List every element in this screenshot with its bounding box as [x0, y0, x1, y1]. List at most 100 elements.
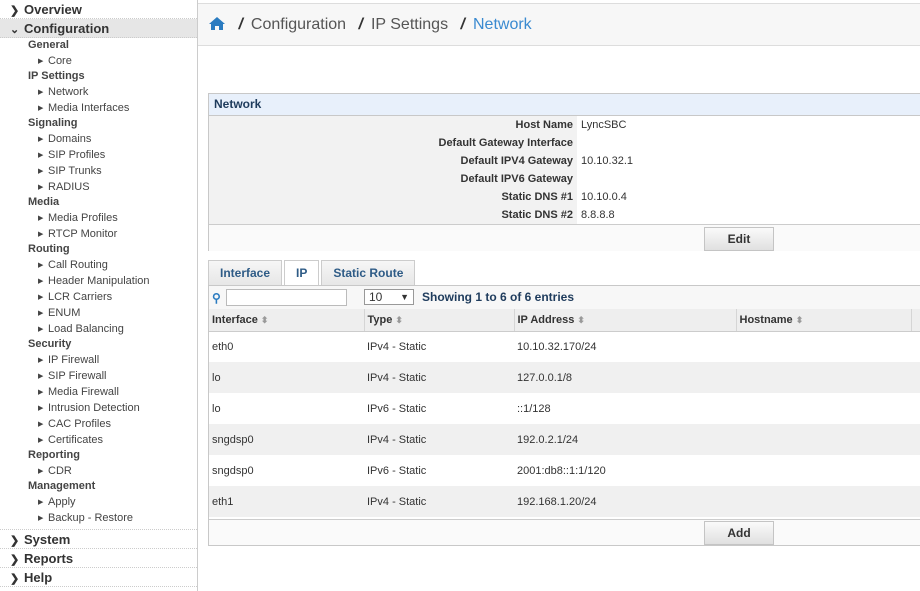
table-cell: IPv4 - Static: [364, 362, 514, 393]
sidebar-item-call-routing[interactable]: ▶ Call Routing: [0, 257, 197, 273]
column-header-ip-address[interactable]: IP Address ⬍: [514, 309, 737, 332]
column-header-type[interactable]: Type ⬍: [364, 309, 515, 332]
caret-right-icon: ▶: [38, 421, 44, 428]
tab-ip[interactable]: IP: [284, 260, 320, 287]
sidebar-item-sip-trunks[interactable]: ▶ SIP Trunks: [0, 163, 197, 179]
sidebar-reports[interactable]: ❯ Reports: [0, 549, 197, 568]
table-cell: 192.0.2.1/24: [514, 424, 736, 455]
table-cell: IPv4 - Static: [364, 331, 514, 362]
sidebar-item-label: Media Firewall: [48, 386, 119, 398]
sidebar-item-label: Load Balancing: [48, 323, 124, 335]
sidebar-item-sip-firewall[interactable]: ▶ SIP Firewall: [0, 368, 197, 384]
network-field-row: Default Gateway Interface: [209, 134, 920, 152]
chevron-right-icon: ❯: [10, 573, 20, 585]
sidebar-item-core[interactable]: ▶ Core: [0, 53, 197, 69]
field-label: Default IPV4 Gateway: [460, 155, 574, 167]
sidebar-item-header-manipulation[interactable]: ▶ Header Manipulation: [0, 273, 197, 289]
sidebar-item-network[interactable]: ▶ Network: [0, 84, 197, 100]
sidebar-item-cac-profiles[interactable]: ▶ CAC Profiles: [0, 416, 197, 432]
network-field-row: Static DNS #1 10.10.0.4: [209, 188, 920, 206]
sidebar-item-cdr[interactable]: ▶ CDR: [0, 463, 197, 479]
sidebar-label: Configuration: [24, 21, 110, 36]
breadcrumb: / Configuration / IP Settings / Network: [198, 3, 920, 46]
sidebar-item-certificates[interactable]: ▶ Certificates: [0, 432, 197, 448]
caret-right-icon: ▶: [38, 184, 44, 191]
sidebar-item-backup-restore[interactable]: ▶ Backup - Restore: [0, 510, 197, 526]
table-row[interactable]: sngdsp0 IPv4 - Static 192.0.2.1/24: [209, 424, 920, 455]
breadcrumb-separator: /: [358, 16, 363, 33]
sidebar-configuration[interactable]: ⌄ Configuration: [0, 19, 197, 38]
field-value: [577, 170, 920, 188]
breadcrumb-configuration[interactable]: Configuration: [251, 16, 346, 33]
table-row[interactable]: lo IPv4 - Static 127.0.0.1/8: [209, 362, 920, 393]
sidebar-item-apply[interactable]: ▶ Apply: [0, 494, 197, 510]
column-header-hostname[interactable]: Hostname ⬍: [736, 309, 912, 332]
sidebar-item-rtcp-monitor[interactable]: ▶ RTCP Monitor: [0, 226, 197, 242]
sidebar-system[interactable]: ❯ System: [0, 530, 197, 549]
sidebar-item-label: ENUM: [48, 307, 81, 319]
ip-table-panel: ⚲ 10 ▼ Showing 1 to 6 of 6 entries Interf…: [208, 285, 920, 546]
sidebar-item-media-interfaces[interactable]: ▶ Media Interfaces: [0, 100, 197, 116]
sidebar-item-label: CDR: [48, 465, 72, 477]
sidebar-group-routing: Routing: [28, 243, 70, 255]
search-icon: ⚲: [212, 291, 221, 305]
column-header-label: Hostname: [739, 313, 793, 326]
sidebar-item-label: SIP Trunks: [48, 165, 102, 177]
table-cell: IPv6 - Static: [364, 393, 514, 424]
sidebar-item-radius[interactable]: ▶ RADIUS: [0, 179, 197, 195]
sidebar-item-ip-firewall[interactable]: ▶ IP Firewall: [0, 352, 197, 368]
sidebar-group-media: Media: [28, 196, 60, 208]
sidebar-label: System: [24, 532, 71, 547]
table-cell: IPv6 - Static: [364, 455, 514, 486]
caret-right-icon: ▶: [38, 515, 44, 522]
sidebar-group-security: Security: [28, 338, 72, 350]
tab-static-route[interactable]: Static Route: [321, 260, 416, 286]
search-input[interactable]: [226, 289, 347, 306]
sidebar-item-sip-profiles[interactable]: ▶ SIP Profiles: [0, 147, 197, 163]
field-label: Static DNS #2: [501, 209, 573, 221]
column-header-interface[interactable]: Interface ⬍: [209, 309, 365, 332]
tab-interface[interactable]: Interface: [208, 260, 283, 286]
table-cell: [736, 362, 911, 393]
sidebar-label: Overview: [24, 2, 82, 17]
caret-right-icon: ▶: [38, 405, 44, 412]
table-row[interactable]: eth1 IPv4 - Static 192.168.1.20/24: [209, 486, 920, 517]
table-cell: 192.168.1.20/24: [514, 486, 736, 517]
field-value: LyncSBC: [577, 116, 920, 134]
table-cell: [736, 393, 911, 424]
table-cell: lo: [209, 362, 364, 393]
page-length-select[interactable]: 10 ▼: [364, 289, 414, 305]
caret-right-icon: ▶: [38, 437, 44, 444]
sidebar-group-management: Management: [28, 480, 96, 492]
home-icon[interactable]: [208, 6, 226, 48]
table-row[interactable]: lo IPv6 - Static::1/128: [209, 393, 920, 424]
caret-right-icon: ▶: [38, 389, 44, 396]
sidebar-item-lcr-carriers[interactable]: ▶ LCR Carriers: [0, 289, 197, 305]
breadcrumb-separator: /: [460, 16, 465, 33]
breadcrumb-ip-settings[interactable]: IP Settings: [371, 16, 448, 33]
field-value: 10.10.32.1: [577, 152, 920, 170]
sidebar-item-enum[interactable]: ▶ ENUM: [0, 305, 197, 321]
sidebar-item-media-profiles[interactable]: ▶ Media Profiles: [0, 210, 197, 226]
field-label: Host Name: [515, 119, 573, 131]
sidebar-item-intrusion-detection[interactable]: ▶ Intrusion Detection: [0, 400, 197, 416]
sidebar-item-domains[interactable]: ▶ Domains: [0, 131, 197, 147]
sidebar-item-media-firewall[interactable]: ▶ Media Firewall: [0, 384, 197, 400]
dropdown-arrow-icon: ▼: [400, 292, 409, 302]
table-cell-spacer: [911, 486, 920, 517]
caret-right-icon: ▶: [38, 168, 44, 175]
edit-button[interactable]: Edit: [704, 227, 774, 251]
sidebar-item-label: Apply: [48, 496, 76, 508]
column-header-label: Type: [367, 313, 393, 326]
main-content: / Configuration / IP Settings / Network Net…: [198, 0, 920, 591]
sidebar-overview[interactable]: ❯ Overview: [0, 0, 197, 19]
sidebar-item-label: IP Firewall: [48, 354, 100, 366]
add-button[interactable]: Add: [704, 521, 774, 545]
sidebar-help[interactable]: ❯ Help: [0, 568, 197, 587]
sidebar-item-load-balancing[interactable]: ▶ Load Balancing: [0, 321, 197, 337]
sidebar-label: Help: [24, 570, 53, 585]
caret-right-icon: ▶: [38, 136, 44, 143]
table-row[interactable]: sngdsp0 IPv6 - Static 2001:db8::1:1/120: [209, 455, 920, 486]
table-cell-spacer: [911, 362, 920, 393]
table-row[interactable]: eth0 IPv4 - Static 10.10.32.170/24: [209, 331, 920, 362]
